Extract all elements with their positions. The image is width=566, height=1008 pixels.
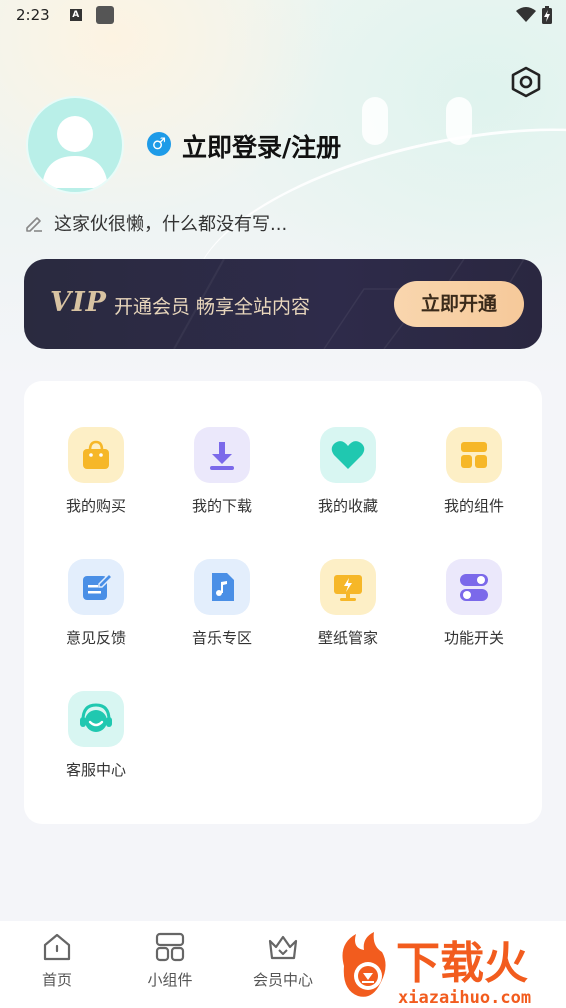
login-register-link[interactable]: 立即登录/注册 — [182, 128, 341, 164]
decorative-pill — [362, 97, 388, 145]
grid-label: 音乐专区 — [191, 629, 252, 647]
avatar[interactable] — [26, 96, 124, 194]
feature-grid: 我的购买 我的下载 我的收藏 我的组件 意见反馈 音乐专区 壁纸管家 功能开关 … — [24, 381, 542, 824]
xiazaihuo-watermark-logo: 下载火 xiazaihuo.com — [342, 932, 531, 1008]
tab-home[interactable]: 首页 — [7, 931, 107, 990]
wallpaper-monitor-icon — [334, 575, 362, 601]
decorative-pill — [446, 97, 472, 145]
battery-icon — [542, 6, 552, 24]
bio-row[interactable]: 这家伙很懒，什么都没有写... — [24, 210, 287, 236]
grid-item-feedback[interactable]: 意见反馈 — [41, 559, 151, 659]
grid-item-customer-service[interactable]: 客服中心 — [41, 691, 151, 791]
feedback-edit-icon — [83, 572, 113, 600]
notification-square-icon — [95, 6, 114, 24]
home-icon — [43, 933, 71, 961]
headset-smile-icon — [80, 703, 112, 732]
svg-text:下载火: 下载火 — [396, 938, 528, 989]
grid-item-favorites[interactable]: 我的收藏 — [293, 427, 403, 527]
bio-text: 这家伙很懒，什么都没有写... — [54, 214, 288, 235]
grid-item-widgets[interactable]: 我的组件 — [419, 427, 529, 527]
heart-icon — [331, 441, 365, 469]
vip-promo-text: 开通会员 畅享全站内容 — [114, 296, 311, 318]
tab-label: 会员中心 — [252, 971, 313, 989]
grid-label: 我的收藏 — [317, 497, 378, 515]
grid-label: 客服中心 — [65, 761, 126, 779]
status-bar: 2:23 A — [0, 0, 566, 30]
grid-item-wallpaper[interactable]: 壁纸管家 — [293, 559, 403, 659]
grid-label: 我的购买 — [65, 497, 126, 515]
status-time: 2:23 — [16, 6, 50, 24]
grid-label: 壁纸管家 — [317, 629, 378, 647]
tab-label: 小组件 — [147, 971, 193, 989]
user-silhouette-icon — [42, 116, 108, 188]
open-vip-button[interactable]: 立即开通 — [394, 281, 524, 327]
grid-item-purchases[interactable]: 我的购买 — [41, 427, 151, 527]
wifi-icon — [516, 7, 536, 22]
widgets-icon — [461, 442, 487, 468]
grid-label: 功能开关 — [443, 629, 504, 647]
grid-label: 意见反馈 — [65, 629, 126, 647]
vip-banner[interactable]: VIP 开通会员 畅享全站内容 立即开通 — [24, 259, 542, 349]
widget-grid-icon — [155, 932, 185, 962]
grid-label: 我的下载 — [191, 497, 252, 515]
vip-logo: VIP — [50, 287, 107, 318]
grid-item-downloads[interactable]: 我的下载 — [167, 427, 277, 527]
svg-text:xiazaihuo.com: xiazaihuo.com — [398, 988, 531, 1008]
grid-item-music[interactable]: 音乐专区 — [167, 559, 277, 659]
gender-male-icon: ♂ — [147, 132, 171, 156]
crown-icon — [268, 935, 298, 960]
download-icon — [210, 442, 234, 470]
tab-label: 首页 — [41, 971, 72, 989]
edit-pencil-icon — [26, 217, 42, 232]
settings-hexagon-icon — [511, 66, 541, 98]
tab-widgets[interactable]: 小组件 — [120, 931, 220, 990]
toggle-switch-icon — [460, 574, 488, 601]
tab-vip-center[interactable]: 会员中心 — [233, 931, 333, 990]
grid-label: 我的组件 — [443, 497, 504, 515]
notification-a-icon: A — [69, 9, 82, 21]
shopping-bag-icon — [83, 440, 109, 469]
settings-button[interactable] — [508, 64, 544, 100]
music-file-icon — [212, 573, 234, 601]
grid-item-toggles[interactable]: 功能开关 — [419, 559, 529, 659]
